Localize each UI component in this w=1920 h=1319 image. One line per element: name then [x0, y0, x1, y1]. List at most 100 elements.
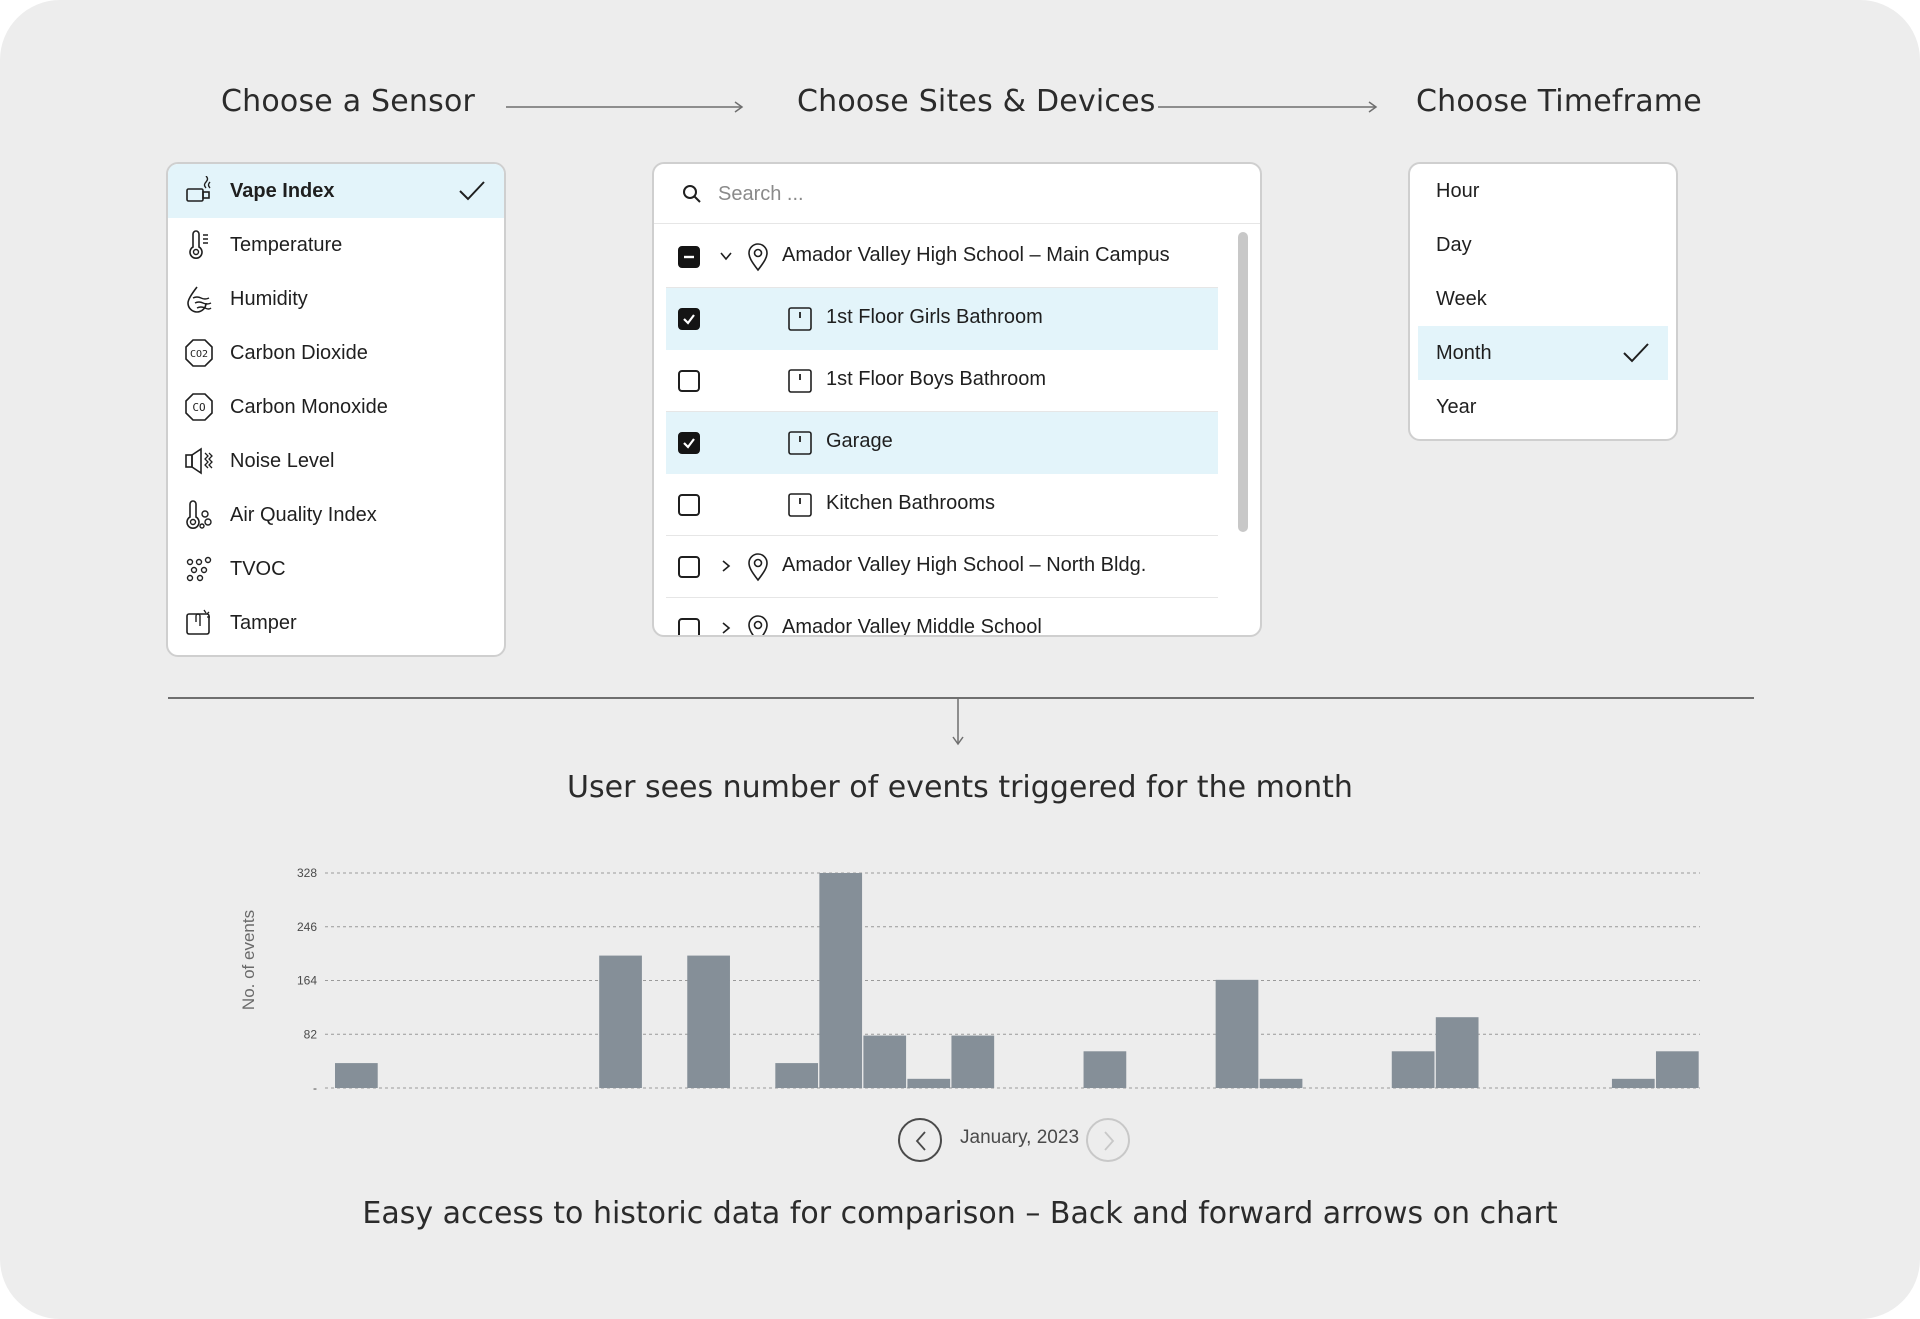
search-icon — [683, 185, 701, 203]
previous-period-button[interactable] — [898, 1118, 942, 1162]
location-pin-icon — [748, 615, 768, 635]
timeframe-year[interactable]: Year — [1418, 380, 1668, 434]
chevron-right-icon[interactable] — [718, 558, 734, 574]
checkbox-unchecked[interactable] — [678, 494, 700, 516]
check-icon — [1623, 343, 1649, 363]
step-title-sites: Choose Sites & Devices — [797, 84, 1156, 119]
location-pin-icon — [748, 243, 768, 272]
sites-devices-panel: Amador Valley High School – Main Campus … — [652, 162, 1262, 637]
sensor-item-carbon-dioxide[interactable]: CO2 Carbon Dioxide — [168, 326, 504, 380]
timeframe-label: Month — [1436, 342, 1492, 364]
checkbox-unchecked[interactable] — [678, 618, 700, 635]
device-row-garage[interactable]: Garage — [666, 412, 1218, 474]
svg-text:CO: CO — [192, 401, 205, 414]
chevron-right-icon[interactable] — [718, 620, 734, 636]
chart-bar — [863, 1035, 907, 1088]
location-pin-icon — [748, 553, 768, 582]
y-tick-label: 164 — [297, 974, 317, 988]
arrow-right-icon — [506, 101, 744, 113]
next-period-button[interactable] — [1086, 1118, 1130, 1162]
y-axis-label: No. of events — [239, 910, 258, 1010]
timeframe-day[interactable]: Day — [1418, 218, 1668, 272]
y-tick-label: - — [313, 1081, 317, 1095]
device-row-girls-bathroom[interactable]: 1st Floor Girls Bathroom — [666, 288, 1218, 350]
co-icon: CO — [185, 393, 213, 421]
sensor-item-humidity[interactable]: Humidity — [168, 272, 504, 326]
timeframe-month[interactable]: Month — [1418, 326, 1668, 380]
step-title-sensor: Choose a Sensor — [221, 84, 476, 119]
chart-grid: - 82 164 246 328 — [297, 866, 1700, 1095]
checkbox-checked[interactable] — [678, 432, 700, 454]
timeframe-label: Day — [1436, 234, 1472, 256]
sensor-label: Carbon Monoxide — [230, 395, 388, 418]
timeframe-week[interactable]: Week — [1418, 272, 1668, 326]
sensor-item-carbon-monoxide[interactable]: CO Carbon Monoxide — [168, 380, 504, 434]
sensor-label: TVOC — [230, 557, 286, 580]
chart-bar — [1611, 1078, 1655, 1088]
chart-bar — [1435, 1017, 1479, 1088]
chevron-left-icon — [915, 1131, 926, 1151]
sensor-item-tvoc[interactable]: TVOC — [168, 542, 504, 596]
site-row-north-bldg[interactable]: Amador Valley High School – North Bldg. — [666, 536, 1218, 598]
step-title-timeframe: Choose Timeframe — [1416, 84, 1702, 119]
sensor-item-air-quality-index[interactable]: Air Quality Index — [168, 488, 504, 542]
device-row-boys-bathroom[interactable]: 1st Floor Boys Bathroom — [666, 350, 1218, 412]
check-icon — [683, 438, 695, 449]
chart-bar — [1391, 1051, 1435, 1088]
chart-bar — [1655, 1051, 1699, 1088]
search-input[interactable] — [718, 176, 1218, 212]
sensor-item-temperature[interactable]: Temperature — [168, 218, 504, 272]
y-tick-label: 246 — [297, 920, 317, 934]
thermometer-icon — [189, 230, 208, 259]
chart-bar — [819, 873, 863, 1088]
checkbox-partial[interactable] — [678, 246, 700, 268]
site-label: Amador Valley High School – North Bldg. — [782, 554, 1147, 576]
sensor-label: Carbon Dioxide — [230, 341, 368, 364]
speaker-icon — [185, 447, 213, 475]
device-icon — [788, 307, 812, 331]
checkbox-unchecked[interactable] — [678, 370, 700, 392]
y-tick-label: 82 — [304, 1027, 318, 1041]
chart-bar — [687, 955, 730, 1088]
device-label: 1st Floor Girls Bathroom — [826, 306, 1043, 328]
sensor-label: Temperature — [230, 233, 343, 256]
timeframe-label: Hour — [1436, 180, 1480, 202]
device-icon — [788, 493, 812, 517]
checkbox-unchecked[interactable] — [678, 556, 700, 578]
sensor-item-vape-index[interactable]: Vape Index — [168, 164, 504, 218]
device-row-kitchen-bathrooms[interactable]: Kitchen Bathrooms — [666, 474, 1218, 536]
minus-icon — [684, 255, 694, 259]
chart-bar — [775, 1063, 819, 1088]
site-row-middle-school[interactable]: Amador Valley Middle School — [666, 598, 1218, 637]
chevron-down-icon[interactable] — [718, 248, 734, 264]
scrollbar[interactable] — [1238, 232, 1248, 532]
site-label: Amador Valley Middle School — [782, 616, 1042, 637]
svg-text:CO2: CO2 — [190, 349, 208, 360]
timeframe-hour[interactable]: Hour — [1418, 164, 1668, 218]
sensor-item-tamper[interactable]: Tamper — [168, 596, 504, 650]
events-bar-chart: No. of events - 82 164 246 328 — [239, 866, 1700, 1095]
device-icon — [788, 369, 812, 393]
chart-bar — [951, 1035, 995, 1088]
chart-bar — [1083, 1051, 1127, 1088]
device-label: 1st Floor Boys Bathroom — [826, 368, 1047, 390]
tamper-icon — [186, 609, 210, 635]
device-label: Garage — [826, 430, 893, 452]
site-row-main-campus[interactable]: Amador Valley High School – Main Campus — [666, 226, 1218, 288]
period-label: January, 2023 — [960, 1127, 1080, 1148]
sensor-label: Tamper — [230, 611, 297, 634]
search-bar — [654, 164, 1260, 224]
check-icon — [459, 181, 485, 201]
sensor-list: Vape Index Temperature Humidity CO2 Carb… — [166, 162, 506, 657]
chevron-right-icon — [1104, 1131, 1115, 1151]
vape-icon — [186, 176, 211, 202]
sensor-label: Noise Level — [230, 449, 335, 472]
humidity-icon — [187, 286, 212, 313]
sensor-item-noise-level[interactable]: Noise Level — [168, 434, 504, 488]
arrow-right-icon — [1158, 101, 1378, 113]
timeframe-label: Year — [1436, 396, 1477, 418]
check-icon — [683, 314, 695, 325]
checkbox-checked[interactable] — [678, 308, 700, 330]
arrow-down-icon — [952, 698, 964, 746]
sensor-label: Air Quality Index — [230, 503, 377, 526]
